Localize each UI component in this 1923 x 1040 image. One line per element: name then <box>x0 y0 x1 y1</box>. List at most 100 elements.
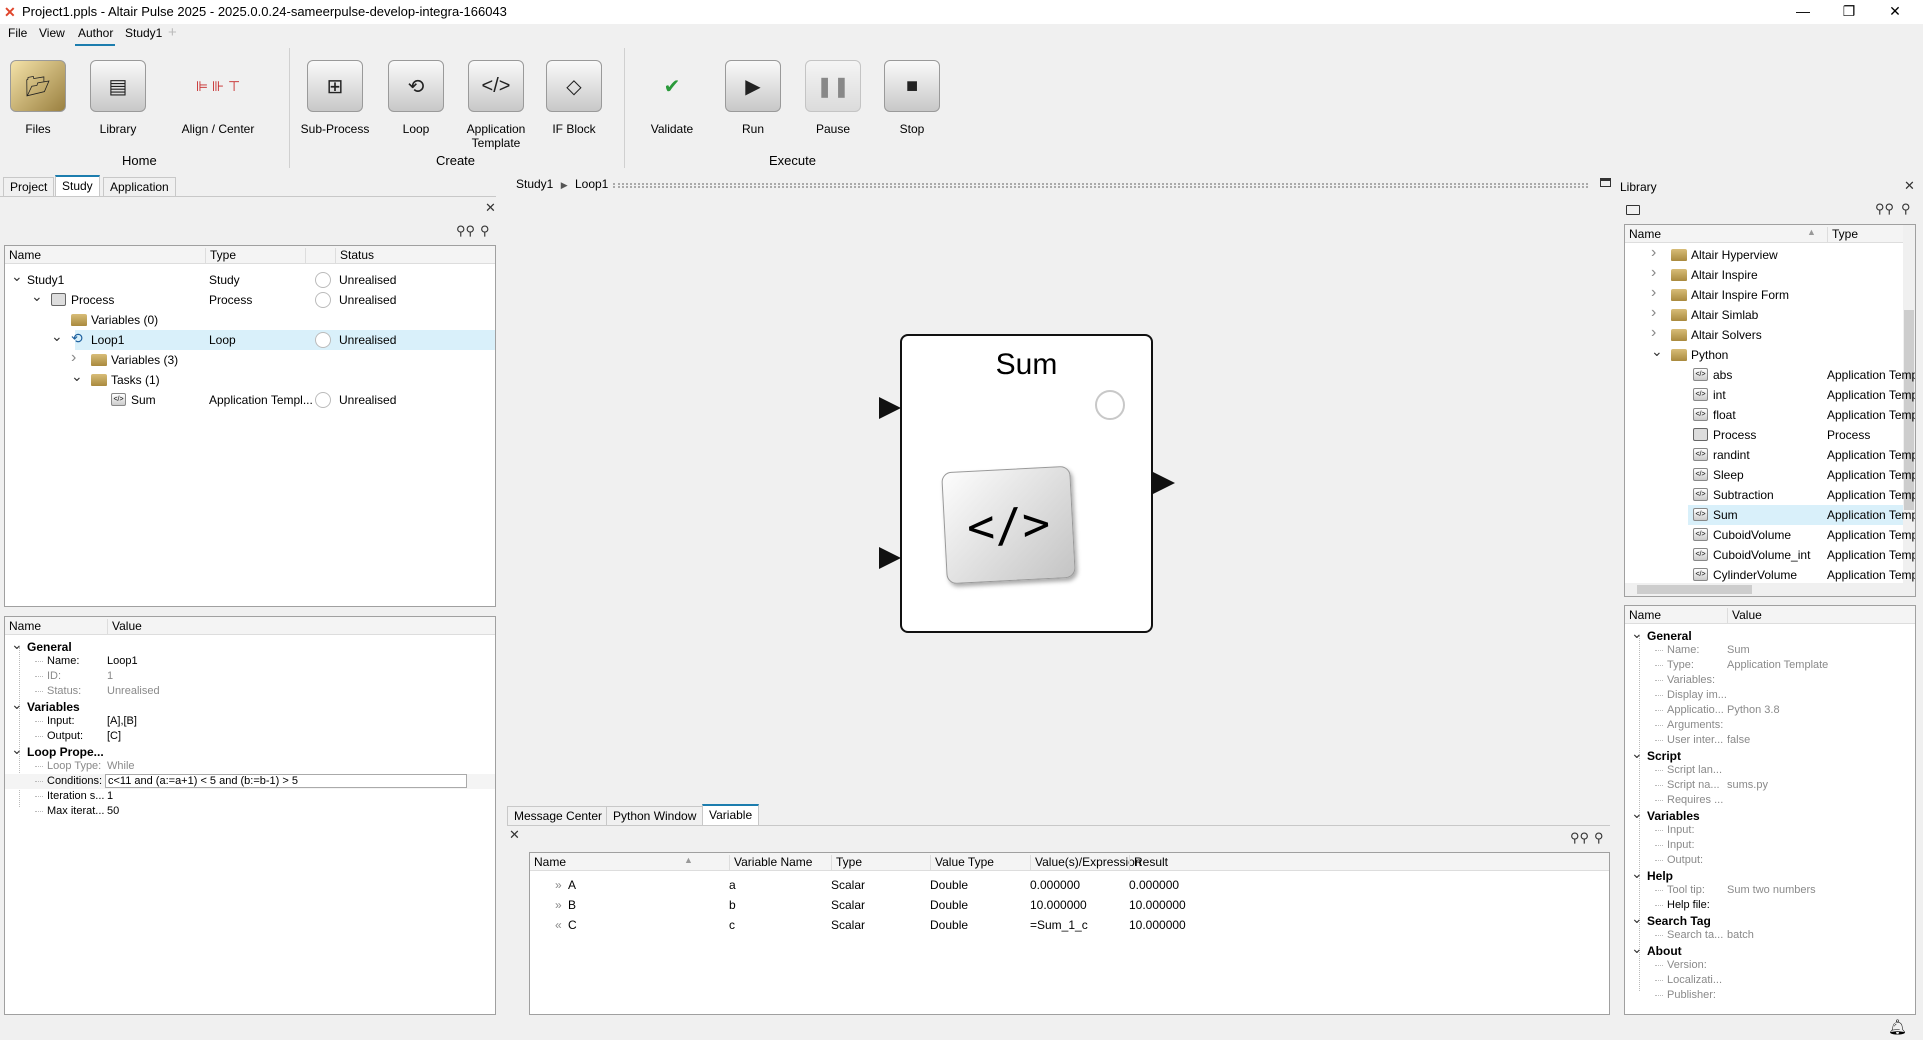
tree-row[interactable]: ⌄ Tasks (1) <box>5 368 495 390</box>
ribbon-button-code[interactable]: </> Application Template <box>451 60 541 150</box>
property-row[interactable]: Output: [C] <box>5 729 495 744</box>
property-row[interactable]: Output: <box>1625 853 1915 868</box>
scrollbar-thumb[interactable] <box>1637 585 1752 594</box>
property-row[interactable]: Script na... sums.py <box>1625 778 1915 793</box>
input-port-b[interactable] <box>879 547 901 569</box>
close-icon[interactable]: ✕ <box>509 827 520 843</box>
notification-bell-icon[interactable]: 🔔︎ <box>1888 1018 1907 1036</box>
chevron-right-icon[interactable]: › <box>1651 324 1656 342</box>
library-item[interactable]: › Altair Inspire Form <box>1625 284 1903 305</box>
library-item[interactable]: › Altair Solvers <box>1625 324 1903 345</box>
ribbon-button-stop[interactable]: ■ Stop <box>867 60 957 136</box>
drag-handle[interactable] <box>613 183 1588 188</box>
chevron-right-icon[interactable]: › <box>1651 284 1656 302</box>
tab-study[interactable]: Study <box>55 175 100 196</box>
search-icon[interactable]: ⚲ <box>1901 201 1911 217</box>
ribbon-button-if-block[interactable]: ◇ IF Block <box>529 60 619 136</box>
library-item[interactable]: › Altair Hyperview <box>1625 244 1903 265</box>
ribbon-button-align[interactable]: ⊫ ⊪ ⊤ Align / Center <box>173 60 263 137</box>
variable-row[interactable]: » Bb Scalar Double 10.000000 10.000000 <box>530 895 1609 915</box>
property-row[interactable]: User inter... false <box>1625 733 1915 748</box>
ribbon-button-play[interactable]: ▶ Run <box>708 60 798 136</box>
library-item[interactable]: </> randint Application Temp <box>1625 445 1915 465</box>
library-item[interactable]: </> CylinderVolume Application Temp <box>1625 565 1915 585</box>
maximize-icon[interactable] <box>1600 178 1611 187</box>
tree-row[interactable]: ⌄ Study1 Study Unrealised <box>5 268 495 290</box>
ribbon-button-library[interactable]: ▤ Library <box>73 60 163 136</box>
property-row[interactable]: Publisher: <box>1625 988 1915 1003</box>
chevron-down-icon[interactable]: ⌄ <box>31 288 43 305</box>
chevron-down-icon[interactable]: ⌄ <box>1651 343 1663 360</box>
column-name[interactable]: Name <box>5 248 41 264</box>
output-port[interactable] <box>1153 472 1175 494</box>
chevron-right-icon[interactable]: › <box>1651 244 1656 262</box>
restore-button[interactable]: ❐ <box>1826 0 1872 24</box>
property-row[interactable]: Input: <box>1625 838 1915 853</box>
column-name[interactable]: Name <box>1625 608 1661 624</box>
property-row[interactable]: Requires ... <box>1625 793 1915 808</box>
menu-file[interactable]: File <box>8 26 27 40</box>
tree-row[interactable]: </> Sum Application Templ... Unrealised <box>5 390 495 410</box>
chevron-down-icon[interactable]: ⌄ <box>1631 940 1643 957</box>
ribbon-button-loop[interactable]: ⟲ Loop <box>371 60 461 136</box>
property-row[interactable]: Script lan... <box>1625 763 1915 778</box>
chevron-down-icon[interactable]: ⌄ <box>1631 625 1643 642</box>
column-name[interactable]: Name <box>5 619 41 635</box>
chevron-down-icon[interactable]: ⌄ <box>11 636 23 653</box>
menu-view[interactable]: View <box>39 26 65 40</box>
open-folder-icon[interactable] <box>1626 205 1640 215</box>
property-row[interactable]: Search ta... batch <box>1625 928 1915 943</box>
chevron-down-icon[interactable]: ⌄ <box>1631 745 1643 762</box>
minimize-button[interactable]: — <box>1780 0 1826 24</box>
property-row[interactable]: Help file: <box>1625 898 1915 913</box>
property-row[interactable]: Iteration s... 1 <box>5 789 495 804</box>
add-tab-icon[interactable]: + <box>168 24 177 41</box>
property-row[interactable]: Type: Application Template <box>1625 658 1915 673</box>
property-row[interactable]: Variables: <box>1625 673 1915 688</box>
chevron-down-icon[interactable]: ⌄ <box>51 328 63 345</box>
tab-application[interactable]: Application <box>103 177 176 196</box>
library-item[interactable]: </> Sleep Application Temp <box>1625 465 1915 485</box>
property-row[interactable]: Name: Loop1 <box>5 654 495 669</box>
search-icon[interactable]: ⚲ <box>1594 830 1604 846</box>
input-port-a[interactable] <box>879 397 901 419</box>
column-type[interactable]: Type <box>831 855 862 871</box>
library-item[interactable]: </> CuboidVolume Application Temp <box>1625 525 1915 545</box>
column-type[interactable]: Type <box>1827 227 1858 243</box>
close-icon[interactable]: ✕ <box>485 200 496 216</box>
conditions-input[interactable]: c<11 and (a:=a+1) < 5 and (b:=b-1) > 5 <box>105 774 467 788</box>
library-item[interactable]: › Altair Inspire <box>1625 264 1903 285</box>
property-row[interactable]: Input: <box>1625 823 1915 838</box>
library-item[interactable]: </> abs Application Temp <box>1625 365 1915 385</box>
menu-study1[interactable]: Study1 <box>125 26 162 40</box>
close-icon[interactable]: ✕ <box>1904 178 1915 194</box>
chevron-down-icon[interactable]: ⌄ <box>1631 910 1643 927</box>
property-row[interactable]: ID: 1 <box>5 669 495 684</box>
column-status[interactable]: Status <box>335 248 374 264</box>
ribbon-button-files[interactable]: 📂︎ Files <box>0 60 83 136</box>
library-item[interactable]: Process Process <box>1625 425 1903 445</box>
breadcrumb-study1[interactable]: Study1 <box>516 177 553 191</box>
property-row[interactable]: Tool tip: Sum two numbers <box>1625 883 1915 898</box>
property-row[interactable]: Arguments: <box>1625 718 1915 733</box>
breadcrumb-loop1[interactable]: Loop1 <box>575 177 608 191</box>
sum-node[interactable]: Sum </> <box>900 334 1153 633</box>
column-value[interactable]: Value <box>107 619 142 635</box>
column-value[interactable]: Value <box>1727 608 1762 624</box>
tab-message-center[interactable]: Message Center <box>507 806 610 825</box>
column-name[interactable]: Name <box>530 855 566 871</box>
column-type[interactable]: Type <box>205 248 236 264</box>
search-icon[interactable]: ⚲ <box>480 223 490 239</box>
library-item[interactable]: </> CuboidVolume_int Application Temp <box>1625 545 1915 565</box>
library-item[interactable]: </> Subtraction Application Temp <box>1625 485 1915 505</box>
variable-row[interactable]: » Aa Scalar Double 0.000000 0.000000 <box>530 875 1609 895</box>
property-row[interactable]: Version: <box>1625 958 1915 973</box>
chevron-down-icon[interactable]: ⌄ <box>11 268 23 285</box>
chevron-down-icon[interactable]: ⌄ <box>11 696 23 713</box>
property-row[interactable]: Display im... <box>1625 688 1915 703</box>
chevron-down-icon[interactable]: ⌄ <box>11 741 23 758</box>
property-row[interactable]: Status: Unrealised <box>5 684 495 699</box>
chevron-right-icon[interactable]: › <box>71 349 76 367</box>
chevron-right-icon[interactable]: › <box>1651 264 1656 282</box>
ribbon-button-subprocess[interactable]: ⊞ Sub-Process <box>290 60 380 136</box>
